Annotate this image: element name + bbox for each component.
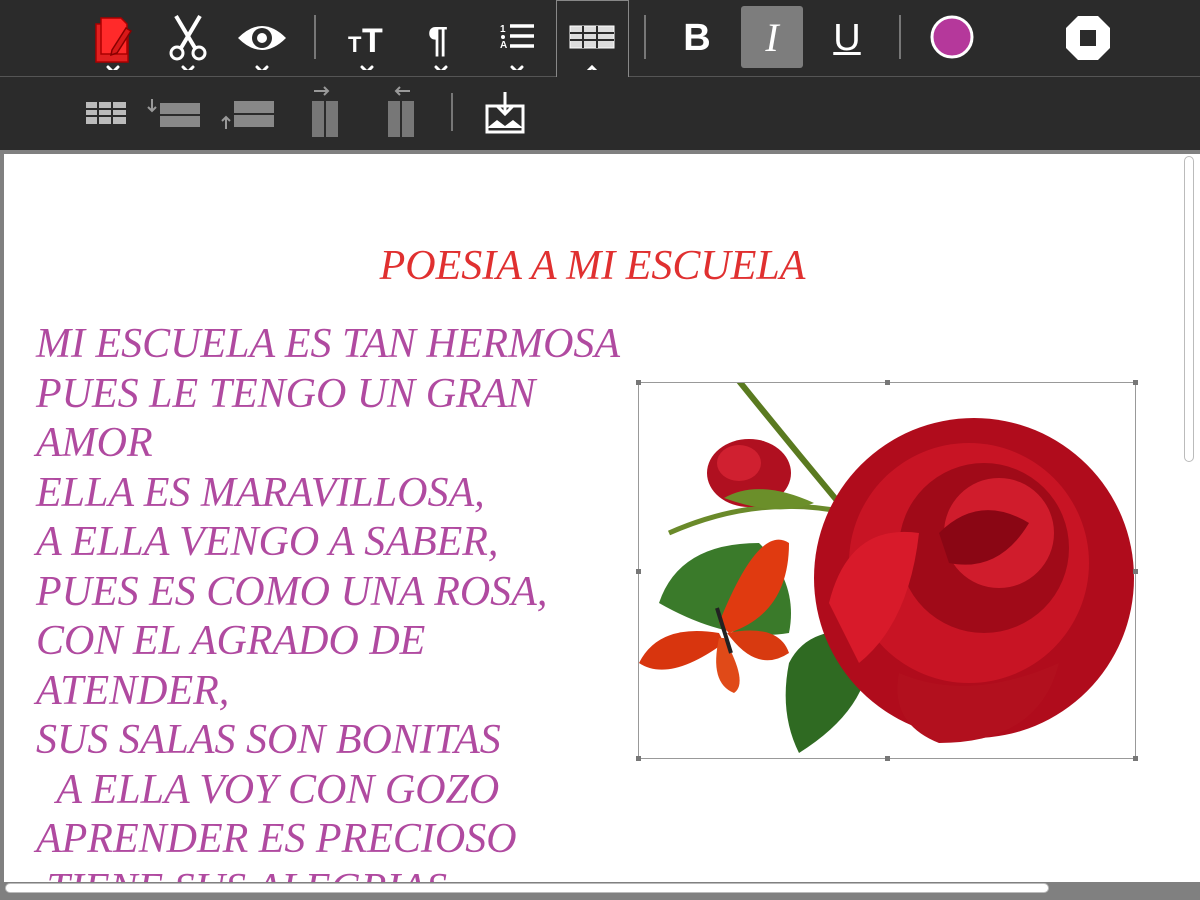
underline-label: U: [833, 16, 861, 59]
scissors-icon: [169, 14, 207, 70]
underline-button[interactable]: U: [822, 8, 872, 68]
poem-line: CON EL AGRADO DE: [36, 618, 426, 664]
cut-button[interactable]: [163, 10, 213, 70]
insert-table-button[interactable]: [82, 89, 130, 137]
bold-label: B: [683, 16, 711, 59]
resize-handle[interactable]: [885, 380, 890, 385]
bold-button[interactable]: B: [672, 8, 722, 68]
eye-icon: [238, 26, 286, 70]
svg-text:T: T: [348, 32, 362, 57]
insert-column-left-button[interactable]: [378, 81, 422, 143]
toolbar-separator: [899, 15, 901, 59]
poem-line: PUES ES COMO UNA ROSA,: [36, 568, 548, 615]
list-button[interactable]: 1 A: [492, 10, 542, 70]
rose-image-frame[interactable]: [636, 380, 1138, 761]
font-size-icon: T T: [348, 22, 383, 70]
paste-button[interactable]: [88, 10, 138, 70]
poem-line: APRENDER ES PRECIOSO: [36, 816, 517, 862]
save-document-button[interactable]: [480, 85, 530, 141]
rose-butterfly-image: [639, 383, 1134, 753]
font-size-button[interactable]: T T: [342, 10, 392, 70]
poem-line: A ELLA VENGO A SABER,: [36, 519, 499, 565]
svg-text:T: T: [362, 22, 383, 60]
document-page[interactable]: POESIA A MI ESCUELA MI ESCUELA ES TAN HE…: [4, 154, 1181, 882]
italic-button[interactable]: I: [741, 6, 803, 68]
svg-text:1: 1: [500, 24, 506, 35]
resize-handle[interactable]: [636, 756, 641, 761]
svg-text:¶: ¶: [428, 19, 448, 60]
insert-row-above-button[interactable]: [220, 89, 276, 137]
document-title: POESIA A MI ESCUELA: [379, 243, 806, 289]
poem-line: ELLA ES MARAVILLOSA,: [36, 469, 485, 516]
italic-label: I: [765, 14, 779, 60]
insert-row-above-icon: [221, 101, 274, 129]
vertical-scrollbar-thumb[interactable]: [1184, 156, 1194, 462]
save-document-icon: [485, 92, 525, 134]
paragraph-button[interactable]: ¶: [416, 10, 466, 70]
table-icon: [569, 25, 615, 70]
main-toolbar: T T ¶ 1 A B I U: [0, 0, 1200, 77]
insert-table-icon: [86, 102, 126, 124]
poem-line: MI ESCUELA ES TAN HERMOSA: [36, 321, 621, 367]
resize-handle[interactable]: [1133, 569, 1138, 574]
poem-line: ATENDER,: [36, 667, 230, 714]
insert-row-below-icon: [147, 99, 200, 127]
toolbar-separator: [314, 15, 316, 59]
color-swatch-icon: [930, 15, 974, 59]
poem-line: TIENE SUS ALEGRIAS: [36, 865, 676, 883]
poem-text[interactable]: MI ESCUELA ES TAN HERMOSA PUES LE TENGO …: [36, 320, 676, 882]
pilcrow-icon: ¶: [428, 19, 448, 70]
insert-column-right-button[interactable]: [302, 81, 346, 143]
insert-column-right-icon: [312, 86, 338, 137]
svg-text:A: A: [500, 40, 507, 51]
toolbar-separator: [451, 93, 453, 131]
stop-button[interactable]: [1062, 12, 1114, 64]
text-color-button[interactable]: [927, 12, 977, 62]
resize-handle[interactable]: [636, 380, 641, 385]
numbered-list-icon: 1 A: [500, 24, 534, 70]
poem-line: A ELLA VOY CON GOZO: [36, 766, 500, 813]
insert-column-left-icon: [388, 86, 414, 137]
resize-handle[interactable]: [1133, 756, 1138, 761]
horizontal-scrollbar-thumb[interactable]: [5, 883, 1049, 893]
poem-line: AMOR: [36, 420, 153, 466]
table-button[interactable]: [567, 10, 617, 70]
toolbar-separator: [644, 15, 646, 59]
table-toolbar: [0, 77, 1200, 150]
resize-handle[interactable]: [1133, 380, 1138, 385]
poem-line: SUS SALAS SON BONITAS: [36, 717, 501, 763]
resize-handle[interactable]: [885, 756, 890, 761]
paste-icon: [95, 17, 133, 70]
resize-handle[interactable]: [636, 569, 641, 574]
insert-row-below-button[interactable]: [146, 89, 202, 137]
stop-icon: [1066, 16, 1110, 60]
poem-line: PUES LE TENGO UN GRAN: [36, 370, 536, 417]
view-button[interactable]: [236, 10, 288, 70]
